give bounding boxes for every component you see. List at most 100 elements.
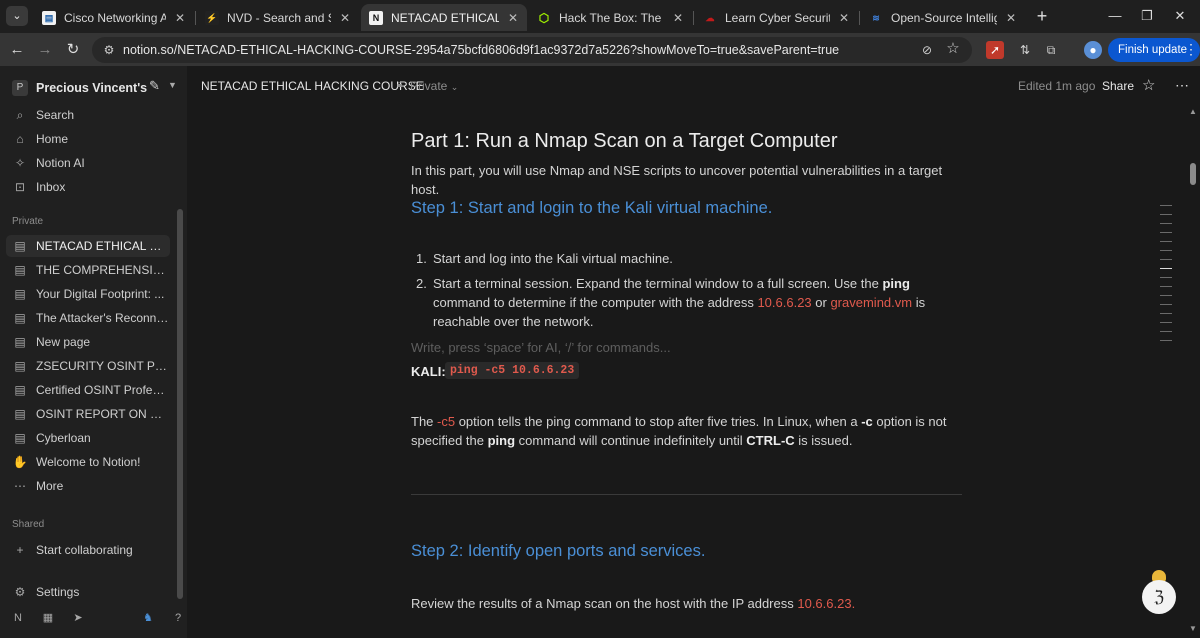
list-text: Start a terminal session. Expand the ter…	[433, 274, 966, 331]
sidebar-item-label: Welcome to Notion!	[36, 455, 141, 469]
text-run: Start a terminal session. Expand the ter…	[433, 276, 883, 291]
address-bar[interactable]: ⚙ notion.so/NETACAD-ETHICAL-HACKING-COUR…	[92, 37, 972, 63]
heading-part-1[interactable]: Part 1: Run a Nmap Scan on a Target Comp…	[411, 130, 838, 153]
sidebar-item-settings[interactable]: ⚙ Settings	[6, 581, 170, 603]
sidebar-item-label: OSINT REPORT ON CYB...	[36, 407, 170, 421]
browser-menu-icon[interactable]: ⋮	[1184, 41, 1198, 58]
sidebar-item-notion-ai[interactable]: ✧ Notion AI	[6, 152, 170, 174]
sidebar-page-osint-report[interactable]: ▤ OSINT REPORT ON CYB...	[6, 403, 170, 425]
site-info-icon[interactable]: ⚙	[101, 42, 117, 58]
sidebar-page-welcome[interactable]: ✋ Welcome to Notion!	[6, 451, 170, 473]
bold-text: CTRL-C	[746, 433, 795, 448]
page-icon: ▤	[14, 311, 26, 325]
scroll-up-icon[interactable]: ▲	[1189, 107, 1197, 116]
close-tab-icon[interactable]: ✕	[1003, 11, 1019, 25]
sidebar-scrollbar[interactable]	[177, 209, 183, 599]
browser-tab-osint[interactable]: ≋ Open-Source Intelligence ( ✕	[861, 4, 1025, 31]
bookmark-star-icon[interactable]: ☆	[944, 40, 962, 58]
empty-block-placeholder[interactable]: Write, press ‘space’ for AI, ‘/’ for com…	[411, 340, 671, 355]
sidebar-item-label: Cyberloan	[36, 431, 91, 445]
sidebar-item-label: ZSECURITY OSINT PRO...	[36, 359, 170, 373]
page-scrollbar-thumb[interactable]	[1190, 163, 1196, 185]
option-text: -c5	[437, 414, 456, 429]
sidebar-item-label: THE COMPREHENSIVE ...	[36, 263, 170, 277]
reload-icon[interactable]: ↻	[62, 39, 84, 61]
kali-label: KALI:	[411, 364, 446, 379]
privacy-dropdown[interactable]: Private ⌄	[410, 79, 458, 93]
extension-red-icon[interactable]: ➚	[986, 41, 1004, 59]
minimize-icon[interactable]: —	[1100, 6, 1130, 26]
forward-icon[interactable]: →	[34, 39, 56, 61]
notion-mail-icon[interactable]: N	[10, 610, 26, 626]
tab-search-menu-button[interactable]: ⌄	[6, 6, 28, 26]
restore-icon[interactable]: ❐	[1132, 6, 1162, 26]
sidebar-item-label: Start collaborating	[36, 543, 133, 557]
scroll-down-icon[interactable]: ▼	[1189, 624, 1197, 633]
sidebar-page-netacad[interactable]: ▤ NETACAD ETHICAL HA...	[6, 235, 170, 257]
privacy-label: Private	[410, 79, 448, 93]
help-icon[interactable]: ?	[170, 610, 186, 626]
browser-tab-tryhackme[interactable]: ☁ Learn Cyber Security | TryH ✕	[695, 4, 858, 31]
sidebar-item-home[interactable]: ⌂ Home	[6, 128, 170, 150]
tab-title: NETACAD ETHICAL HACKIN	[391, 10, 499, 25]
sidebar-item-search[interactable]: ⌕ Search	[6, 104, 170, 126]
sidebar-item-more[interactable]: ⋯ More	[6, 475, 170, 497]
sidebar-page-attackers-recon[interactable]: ▤ The Attacker's Reconna...	[6, 307, 170, 329]
close-tab-icon[interactable]: ✕	[836, 11, 852, 25]
close-tab-icon[interactable]: ✕	[670, 11, 686, 25]
close-tab-icon[interactable]: ✕	[505, 11, 521, 25]
tab-title: Cisco Networking Academ	[64, 10, 166, 25]
sidebar-page-digital-footprint[interactable]: ▤ Your Digital Footprint: ...	[6, 283, 170, 305]
sidebar-page-comprehensive[interactable]: ▤ THE COMPREHENSIVE ...	[6, 259, 170, 281]
inline-code-command[interactable]: ping -c5 10.6.6.23	[445, 362, 580, 379]
sidebar-page-certified-osint[interactable]: ▤ Certified OSINT Profess...	[6, 379, 170, 401]
more-options-icon[interactable]: ⋯	[1175, 77, 1189, 94]
table-of-contents-minimap[interactable]	[1160, 205, 1172, 349]
tracking-protection-icon[interactable]: ⊘	[918, 41, 936, 59]
browser-tab-cisco[interactable]: ▤ Cisco Networking Academ ✕	[34, 4, 194, 31]
sidebar-item-start-collaborating[interactable]: + Start collaborating	[6, 539, 170, 561]
sidebar-item-inbox[interactable]: ⊡ Inbox	[6, 176, 170, 198]
browser-tab-nvd[interactable]: ⚡ NVD - Search and Statistic ✕	[197, 4, 359, 31]
heading-step-2[interactable]: Step 2: Identify open ports and services…	[411, 542, 705, 561]
notion-icon: N	[369, 10, 383, 25]
sidebar-item-label: New page	[36, 335, 91, 349]
search-icon: ⌕	[16, 108, 24, 122]
sidebar-item-label: Your Digital Footprint: ...	[36, 287, 165, 301]
new-tab-button[interactable]: +	[1032, 6, 1052, 26]
text-run: command will continue indefinitely until	[515, 433, 747, 448]
ai-agent-icon[interactable]: ♞	[140, 610, 156, 626]
sidebar-page-cyberloan[interactable]: ▤ Cyberloan	[6, 427, 170, 449]
review-paragraph[interactable]: Review the results of a Nmap scan on the…	[411, 594, 966, 613]
close-tab-icon[interactable]: ✕	[337, 11, 353, 25]
back-icon[interactable]: ←	[6, 39, 28, 61]
shared-section-label[interactable]: Shared	[12, 519, 44, 530]
page-icon: ▤	[14, 335, 26, 349]
workspace-switcher[interactable]: P Precious Vincent's	[12, 78, 147, 98]
url-text[interactable]: notion.so/NETACAD-ETHICAL-HACKING-COURSE…	[123, 43, 839, 57]
intro-paragraph[interactable]: In this part, you will use Nmap and NSE …	[411, 161, 971, 199]
chevron-down-icon[interactable]: ▼	[168, 80, 177, 90]
close-tab-icon[interactable]: ✕	[172, 11, 188, 25]
sidebar-page-new-page[interactable]: ▤ New page	[6, 331, 170, 353]
browser-tab-notion[interactable]: N NETACAD ETHICAL HACKIN ✕	[361, 4, 527, 31]
profile-avatar-icon[interactable]: ●	[1084, 41, 1102, 59]
private-section-label[interactable]: Private	[12, 216, 43, 227]
send-icon[interactable]: ➤	[70, 610, 86, 626]
ip-address: 10.6.6.23	[757, 295, 812, 310]
breadcrumb[interactable]: NETACAD ETHICAL HACKING COURSE	[201, 79, 424, 93]
sidebar-page-zsecurity[interactable]: ▤ ZSECURITY OSINT PRO...	[6, 355, 170, 377]
heading-step-1[interactable]: Step 1: Start and login to the Kali virt…	[411, 199, 772, 218]
new-page-icon[interactable]: ✎	[149, 78, 160, 94]
ping-explanation-paragraph[interactable]: The -c5 option tells the ping command to…	[411, 412, 966, 450]
sidebar-item-label: Notion AI	[36, 156, 85, 170]
extensions-puzzle-icon[interactable]: ⧉	[1042, 41, 1060, 59]
favorite-star-icon[interactable]: ☆	[1142, 76, 1155, 94]
close-window-icon[interactable]: ✕	[1165, 6, 1195, 26]
extension-sync-icon[interactable]: ⇅	[1016, 41, 1034, 59]
calendar-icon[interactable]: ▦	[40, 610, 56, 626]
text-run: Review the results of a Nmap scan on the…	[411, 596, 798, 611]
share-button[interactable]: Share	[1102, 79, 1134, 93]
browser-tab-htb[interactable]: ⬡ Hack The Box: The #1 Cybe ✕	[529, 4, 692, 31]
notion-ai-help-button[interactable]: ℨ	[1142, 580, 1176, 614]
